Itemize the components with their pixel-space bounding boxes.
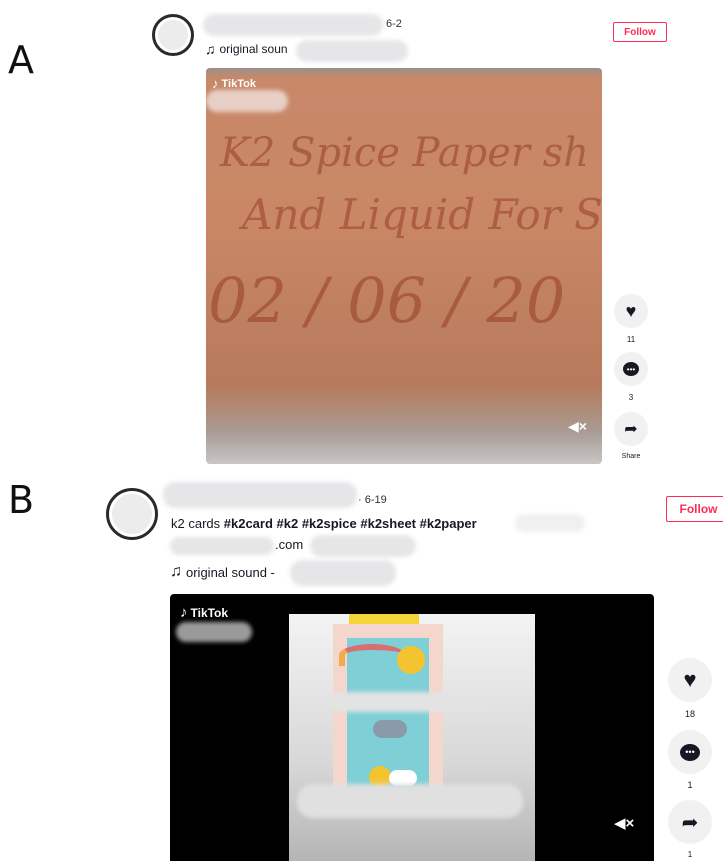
follow-button[interactable]: Follow xyxy=(666,496,723,522)
like-button[interactable]: ♥ xyxy=(668,658,712,702)
panel-letter-b: B xyxy=(8,478,35,522)
video-frame xyxy=(289,614,535,861)
comment-icon: ••• xyxy=(680,743,700,761)
heart-icon: ♥ xyxy=(625,300,637,321)
link-tail-redacted xyxy=(310,535,416,557)
panel-letter-a: A xyxy=(8,38,34,82)
like-count: 11 xyxy=(626,335,636,344)
sound-redacted xyxy=(296,40,408,62)
cloud-icon xyxy=(373,720,407,738)
share-button[interactable]: ➦ xyxy=(668,800,712,844)
music-note-icon: ♫ xyxy=(170,563,182,580)
post-caption: k2 cards #k2card #k2 #k2spice #k2sheet #… xyxy=(171,516,477,531)
caption-redacted xyxy=(515,514,585,532)
watermark-user-redacted xyxy=(176,622,252,642)
post-date: 6-2 xyxy=(386,18,402,30)
handwriting-line-3: 02 / 06 / 20 xyxy=(208,264,566,337)
share-button[interactable]: ➦ xyxy=(614,412,648,446)
comment-icon: ••• xyxy=(623,362,639,376)
music-note-icon: ♫ xyxy=(205,41,216,57)
video-player[interactable]: ♪ TikTok ◀× xyxy=(170,594,654,861)
username-redacted xyxy=(203,14,383,36)
handwriting-line-2: And Liquid For S xyxy=(242,190,602,239)
handwriting-line-1: K2 Spice Paper sh xyxy=(220,130,590,176)
tiktok-logo-icon: ♪ xyxy=(180,604,188,621)
card-text-redacted xyxy=(329,692,489,712)
caption-text: k2 cards xyxy=(171,516,224,531)
rainbow-icon xyxy=(339,644,405,666)
post-date: · 6-19 xyxy=(358,494,387,506)
overlay-text-redacted xyxy=(297,784,523,818)
watermark-user-redacted xyxy=(206,90,288,112)
like-count: 18 xyxy=(684,709,695,719)
mute-icon[interactable]: ◀× xyxy=(614,814,634,832)
greeting-card xyxy=(333,624,443,802)
username-redacted xyxy=(163,482,357,508)
like-button[interactable]: ♥ xyxy=(614,294,648,328)
tiktok-watermark: ♪ TikTok xyxy=(212,76,256,91)
comment-button[interactable]: ••• xyxy=(668,730,712,774)
link-suffix[interactable]: .com xyxy=(275,537,303,552)
comment-button[interactable]: ••• xyxy=(614,352,648,386)
sun-icon xyxy=(397,646,425,674)
caption-hashtags[interactable]: #k2card #k2 #k2spice #k2sheet #k2paper xyxy=(224,516,477,531)
avatar[interactable] xyxy=(106,488,158,540)
sound-label: original sound - xyxy=(186,564,275,580)
video-player[interactable]: K2 Spice Paper sh And Liquid For S 02 / … xyxy=(206,68,602,464)
sound-link[interactable]: ♫ original sound - xyxy=(170,564,275,580)
heart-icon: ♥ xyxy=(683,667,697,692)
sound-redacted xyxy=(290,560,396,586)
comment-count: 1 xyxy=(687,780,693,790)
tiktok-watermark: ♪ TikTok xyxy=(180,604,229,621)
comment-count: 3 xyxy=(628,393,634,402)
avatar[interactable] xyxy=(152,14,194,56)
share-count: 1 xyxy=(687,850,693,859)
follow-button[interactable]: Follow xyxy=(613,22,667,42)
share-icon: ➦ xyxy=(624,421,638,438)
sound-link[interactable]: ♫ original soun xyxy=(205,42,288,56)
mute-icon[interactable]: ◀× xyxy=(568,418,587,435)
tiktok-logo-icon: ♪ xyxy=(212,76,219,91)
share-label: Share xyxy=(621,453,641,460)
sound-label: original soun xyxy=(219,42,288,56)
link-redacted xyxy=(170,537,274,555)
share-icon: ➦ xyxy=(681,811,699,834)
